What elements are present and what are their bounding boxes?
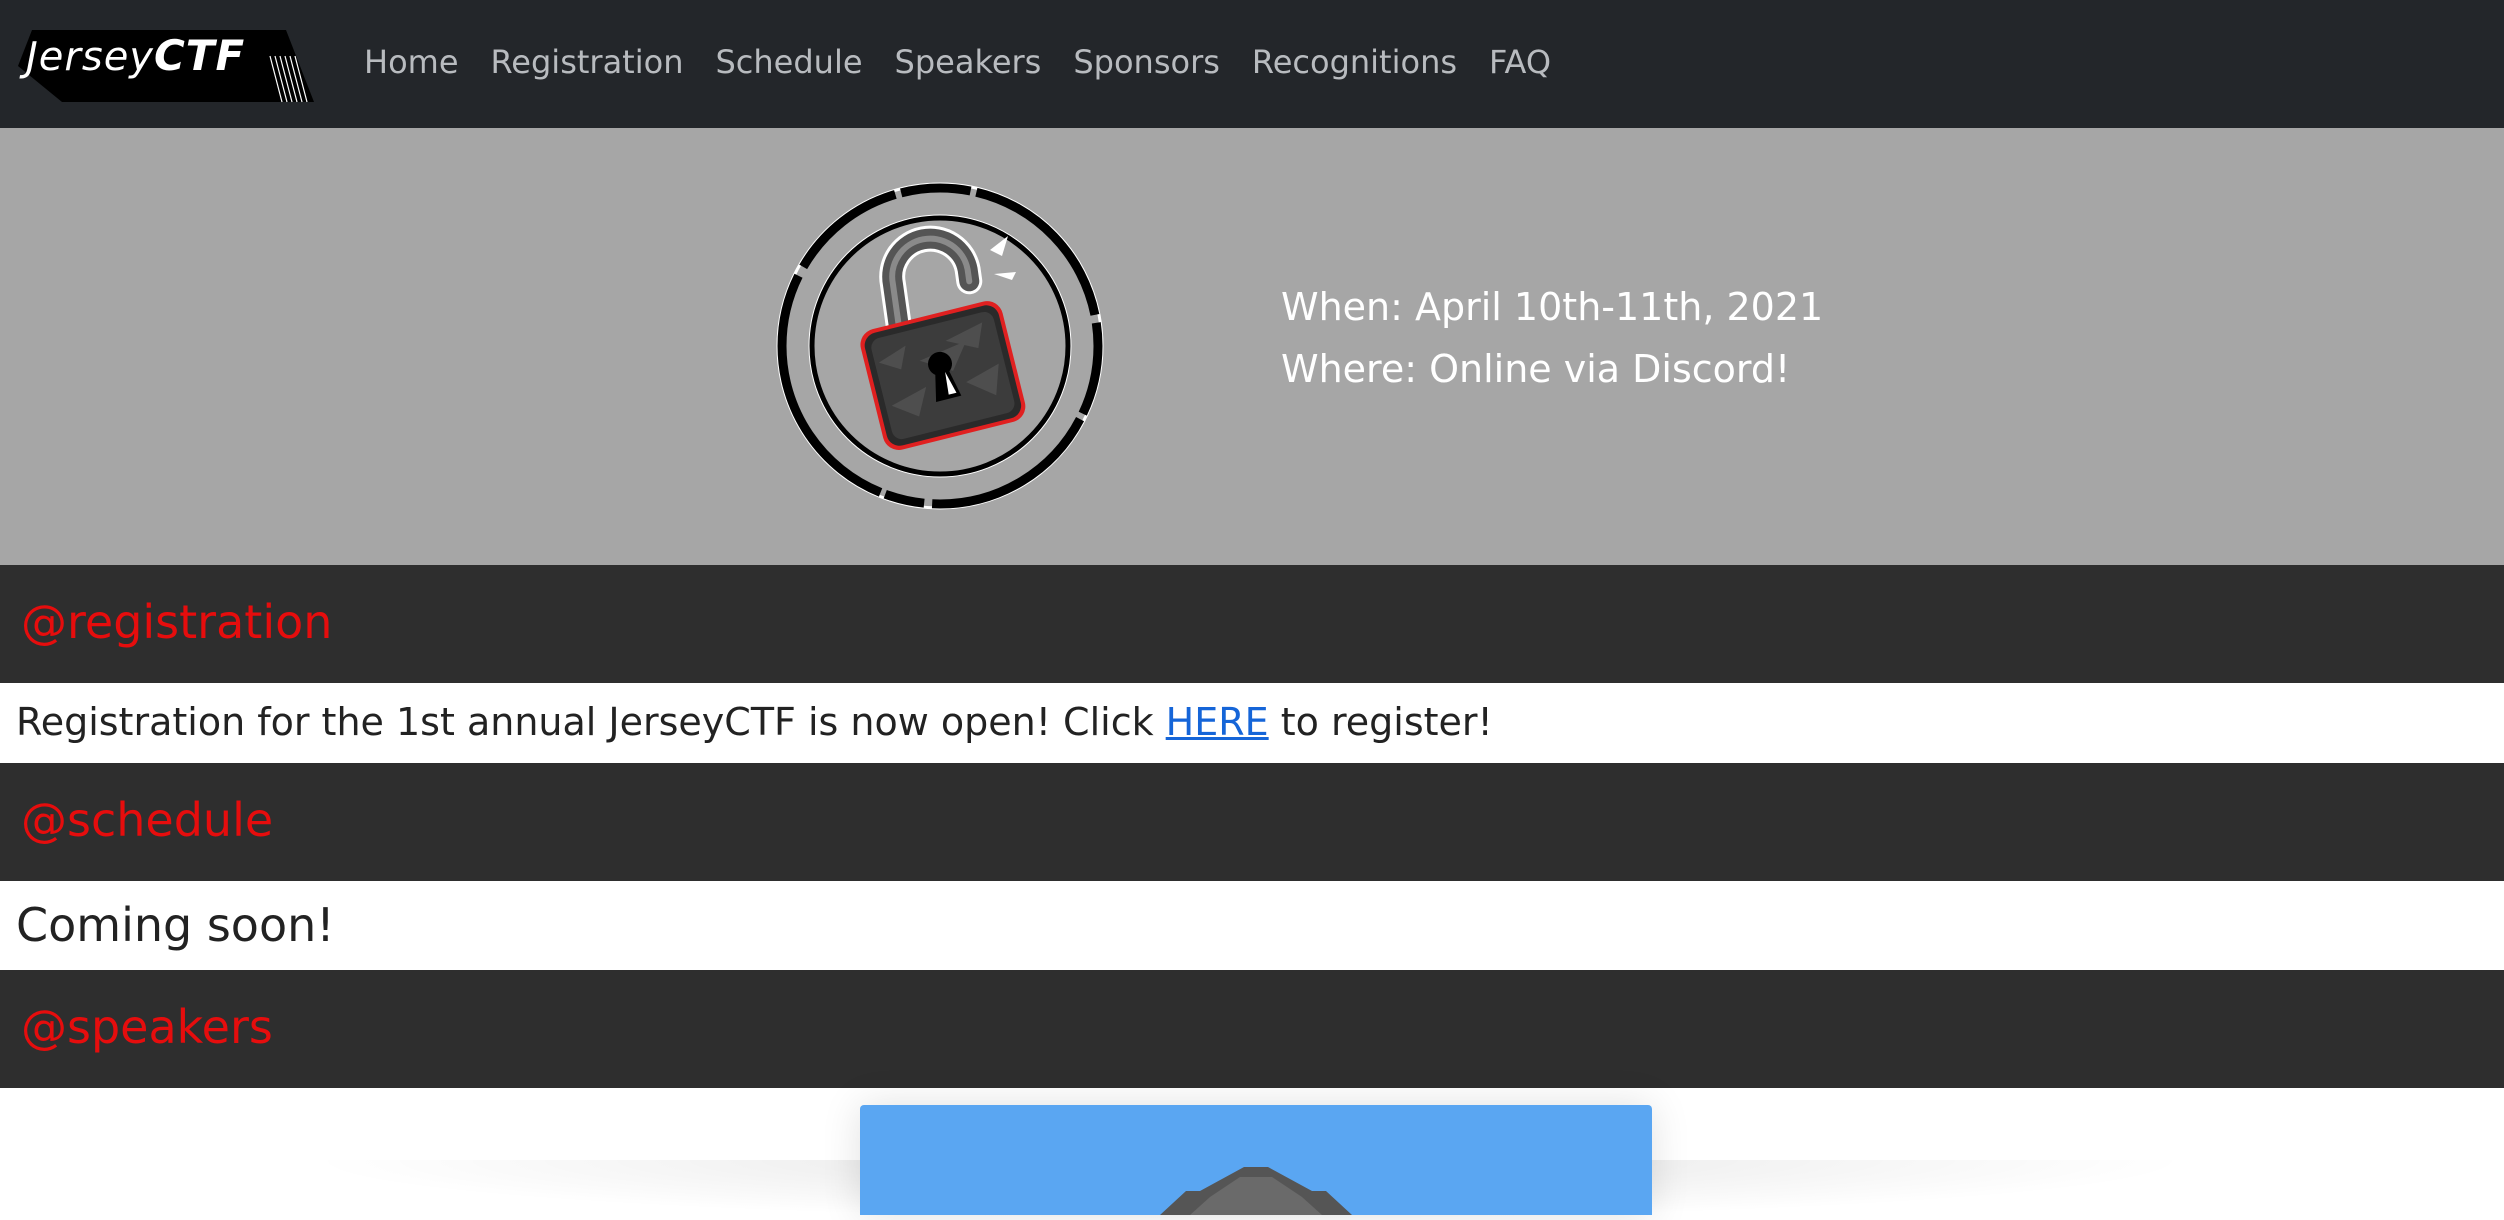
schedule-title: @schedule <box>21 793 274 847</box>
register-link[interactable]: HERE <box>1166 700 1269 744</box>
brand-name: JerseyCTF <box>26 26 245 87</box>
nav-speakers[interactable]: Speakers <box>879 43 1058 81</box>
schedule-section-header: @schedule <box>0 763 2504 881</box>
brand-logo[interactable]: JerseyCTF <box>18 26 318 104</box>
speaker-avatar-icon <box>1160 1167 1352 1215</box>
registration-text-after: to register! <box>1268 700 1493 744</box>
event-info: When: April 10th-11th, 2021 Where: Onlin… <box>1281 276 1823 400</box>
nav-registration[interactable]: Registration <box>475 43 700 81</box>
event-when: When: April 10th-11th, 2021 <box>1281 285 1824 329</box>
speakers-section-header: @speakers <box>0 970 2504 1088</box>
brand-name-part2: CTF <box>153 31 246 80</box>
nav-home[interactable]: Home <box>364 43 475 81</box>
nav-recognitions[interactable]: Recognitions <box>1236 43 1473 81</box>
event-where: Where: Online via Discord! <box>1281 347 1791 391</box>
navbar: JerseyCTF Home Registration Schedule Spe… <box>0 0 2504 128</box>
brand-name-part1: Jersey <box>26 34 154 80</box>
unlocked-padlock-icon <box>772 178 1108 514</box>
registration-section-header: @registration <box>0 565 2504 683</box>
nav-links: Home Registration Schedule Speakers Spon… <box>364 0 1567 124</box>
schedule-text: Coming soon! <box>16 898 335 952</box>
registration-title: @registration <box>21 595 333 649</box>
nav-schedule[interactable]: Schedule <box>699 43 878 81</box>
nav-sponsors[interactable]: Sponsors <box>1057 43 1236 81</box>
registration-text-before: Registration for the 1st annual JerseyCT… <box>16 700 1166 744</box>
nav-faq[interactable]: FAQ <box>1473 43 1567 81</box>
speakers-title: @speakers <box>21 1000 273 1054</box>
hero-banner: When: April 10th-11th, 2021 Where: Onlin… <box>0 128 2504 565</box>
speaker-card[interactable] <box>860 1105 1652 1215</box>
registration-text: Registration for the 1st annual JerseyCT… <box>16 694 1493 750</box>
